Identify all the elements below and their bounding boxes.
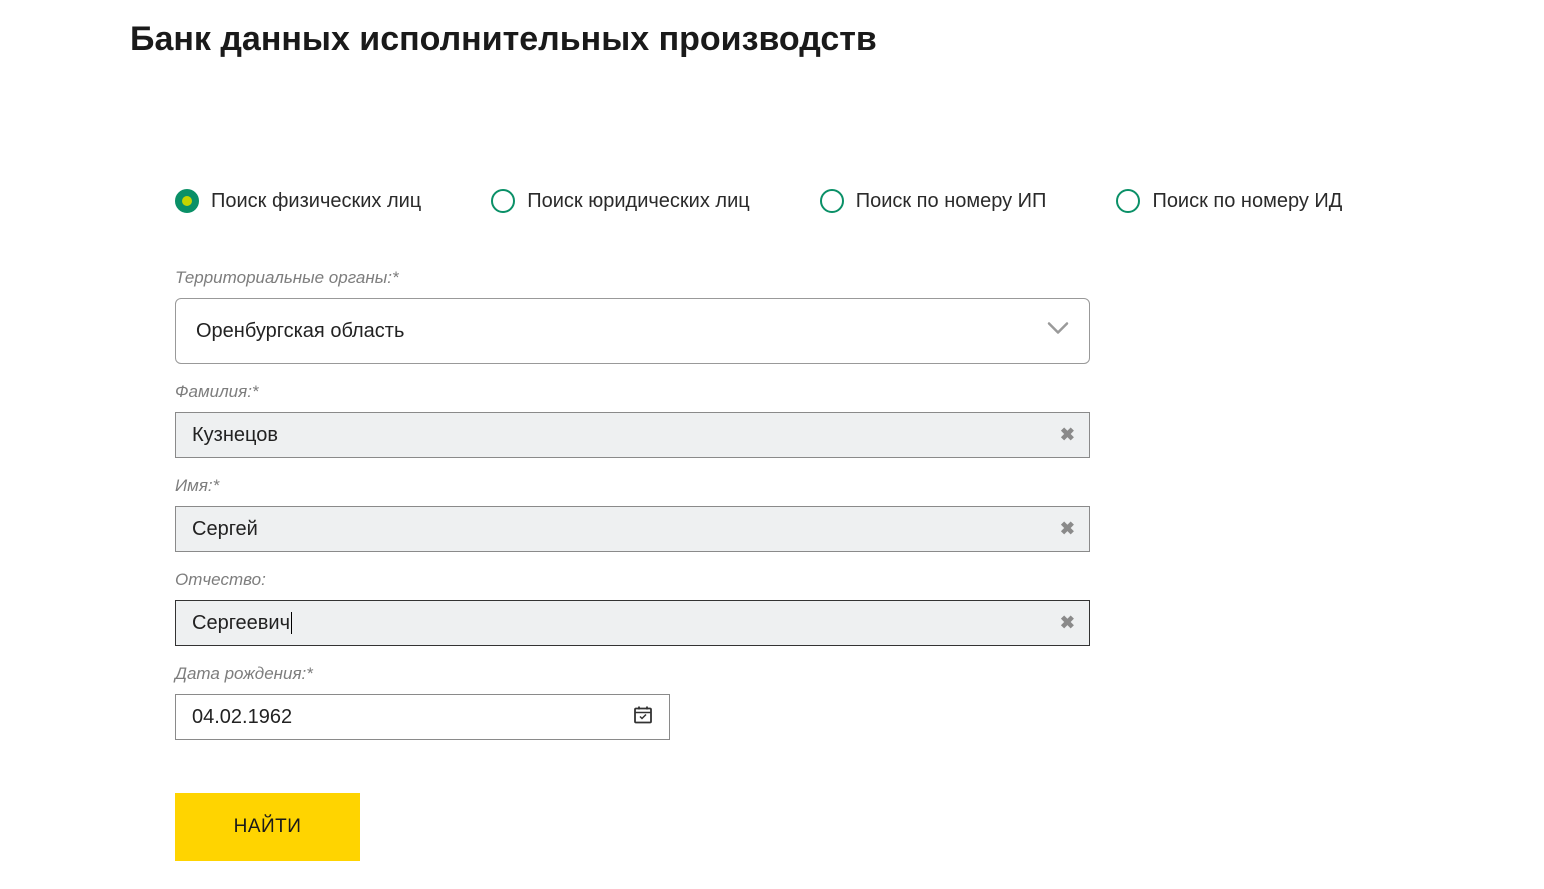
region-value: Оренбургская область [196,320,404,343]
clear-icon[interactable]: ✖ [1060,425,1075,446]
birthdate-label: Дата рождения:* [175,664,670,684]
clear-icon[interactable]: ✖ [1060,613,1075,634]
page-title: Банк данных исполнительных производств [130,20,1414,59]
firstname-label: Имя:* [175,476,1090,496]
search-type-tabs: Поиск физических лиц Поиск юридических л… [130,189,1414,213]
firstname-input[interactable]: Сергей ✖ [175,506,1090,552]
radio-unselected-icon [491,189,515,213]
search-button[interactable]: НАЙТИ [175,793,360,861]
chevron-down-icon [1047,322,1069,341]
birthdate-value: 04.02.1962 [192,706,292,729]
patronymic-label: Отчество: [175,570,1090,590]
tab-label: Поиск по номеру ИД [1152,190,1342,213]
tab-legal-entities[interactable]: Поиск юридических лиц [491,189,749,213]
radio-selected-icon [175,189,199,213]
tab-label: Поиск по номеру ИП [856,190,1047,213]
tab-id-number[interactable]: Поиск по номеру ИД [1116,189,1342,213]
surname-input[interactable]: Кузнецов ✖ [175,412,1090,458]
region-label: Территориальные органы:* [175,268,1090,288]
firstname-value: Сергей [192,518,258,541]
radio-unselected-icon [1116,189,1140,213]
clear-icon[interactable]: ✖ [1060,519,1075,540]
text-caret [291,612,292,634]
patronymic-input[interactable]: Сергеевич ✖ [175,600,1090,646]
birthdate-input[interactable]: 04.02.1962 [175,694,670,740]
surname-label: Фамилия:* [175,382,1090,402]
calendar-icon[interactable] [633,705,653,730]
patronymic-value: Сергеевич [192,612,292,635]
radio-unselected-icon [820,189,844,213]
surname-value: Кузнецов [192,424,278,447]
tab-individuals[interactable]: Поиск физических лиц [175,189,421,213]
region-select[interactable]: Оренбургская область [175,298,1090,364]
tab-label: Поиск юридических лиц [527,190,749,213]
tab-ip-number[interactable]: Поиск по номеру ИП [820,189,1047,213]
tab-label: Поиск физических лиц [211,190,421,213]
search-form: Территориальные органы:* Оренбургская об… [130,268,1090,861]
